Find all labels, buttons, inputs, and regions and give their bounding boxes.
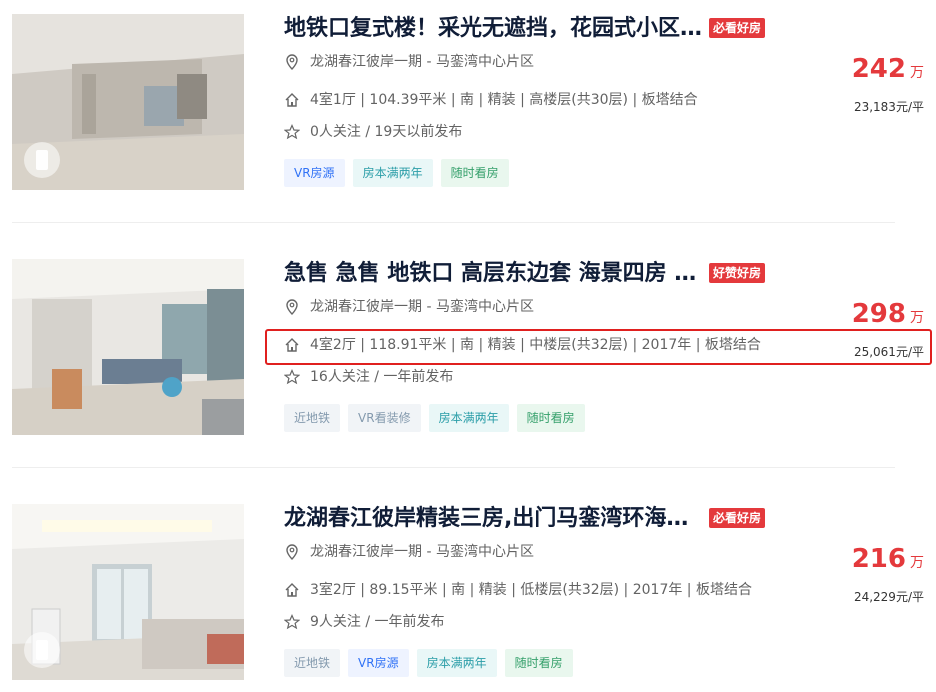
follow-info-text: 0人关注 / 19天以前发布 <box>310 124 463 140</box>
follow-info-row: 9人关注 / 一年前发布 <box>284 612 445 632</box>
price-unit: 万 <box>910 310 924 326</box>
listing-card[interactable]: 地铁口复式楼！采光无遮挡，花园式小区… 必看好房 龙湖春江彼岸一期 - 马銮湾中… <box>12 14 924 190</box>
listing-photo[interactable] <box>12 504 244 680</box>
location-row: 龙湖春江彼岸一期 - 马銮湾中心片区 <box>284 52 534 72</box>
tag-vr: VR房源 <box>348 649 409 677</box>
tag-vr: VR房源 <box>284 159 345 187</box>
follow-info-row: 16人关注 / 一年前发布 <box>284 367 453 387</box>
price-value: 298 <box>851 299 906 329</box>
tag-list: 近地铁 VR房源 房本满两年 随时看房 <box>284 649 573 677</box>
divider <box>12 467 895 468</box>
tag-metro: 近地铁 <box>284 649 341 677</box>
total-price: 242 万 <box>852 54 924 84</box>
price-unit: 万 <box>910 65 924 81</box>
house-info-row: 3室2厅 | 89.15平米 | 南 | 精装 | 低楼层(共32层) | 20… <box>284 580 752 600</box>
follow-info-row: 0人关注 / 19天以前发布 <box>284 122 462 142</box>
house-info-row: 4室1厅 | 104.39平米 | 南 | 精装 | 高楼层(共30层) | 板… <box>284 90 698 110</box>
star-icon[interactable] <box>284 124 300 140</box>
tag-two-years: 房本满两年 <box>428 404 509 432</box>
listing-title[interactable]: 地铁口复式楼！采光无遮挡，花园式小区… <box>284 14 702 44</box>
listing-title[interactable]: 急售 急售 地铁口 高层东边套 海景四房 … <box>284 259 696 289</box>
highlight-box <box>265 329 932 365</box>
tag-viewing: 随时看房 <box>504 649 573 677</box>
room-photo-image <box>12 259 244 435</box>
recommend-badge: 好赞好房 <box>709 263 766 283</box>
recommend-badge: 必看好房 <box>709 18 766 38</box>
tag-two-years: 房本满两年 <box>416 649 497 677</box>
house-info-text: 4室1厅 | 104.39平米 | 南 | 精装 | 高楼层(共30层) | 板… <box>310 92 698 108</box>
total-price: 298 万 <box>852 299 924 329</box>
follow-info-text: 16人关注 / 一年前发布 <box>310 369 454 385</box>
tag-metro: 近地铁 <box>284 404 341 432</box>
tag-vr-decoration: VR看装修 <box>348 404 421 432</box>
house-icon <box>284 92 300 108</box>
price-unit: 万 <box>910 555 924 571</box>
total-price: 216 万 <box>852 544 924 574</box>
vr-icon[interactable] <box>24 142 60 178</box>
listing-card[interactable]: 龙湖春江彼岸精装三房,出门马銮湾环海… 必看好房 龙湖春江彼岸一期 - 马銮湾中… <box>12 504 924 680</box>
location-link[interactable]: 龙湖春江彼岸一期 - 马銮湾中心片区 <box>310 297 534 317</box>
listing-photo[interactable] <box>12 259 244 435</box>
tag-list: 近地铁 VR看装修 房本满两年 随时看房 <box>284 404 585 432</box>
location-row: 龙湖春江彼岸一期 - 马銮湾中心片区 <box>284 542 534 562</box>
price-value: 242 <box>851 54 906 84</box>
house-icon <box>284 582 300 598</box>
location-link[interactable]: 龙湖春江彼岸一期 - 马銮湾中心片区 <box>310 52 534 72</box>
star-icon[interactable] <box>284 369 300 385</box>
map-pin-icon <box>284 54 300 70</box>
unit-price: 24,229元/平 <box>853 590 924 604</box>
listing-photo[interactable] <box>12 14 244 190</box>
map-pin-icon <box>284 544 300 560</box>
tag-two-years: 房本满两年 <box>352 159 433 187</box>
star-icon[interactable] <box>284 614 300 630</box>
tag-viewing: 随时看房 <box>440 159 509 187</box>
map-pin-icon <box>284 299 300 315</box>
tag-viewing: 随时看房 <box>516 404 585 432</box>
price-value: 216 <box>851 544 906 574</box>
unit-price: 23,183元/平 <box>853 100 924 114</box>
listing-title[interactable]: 龙湖春江彼岸精装三房,出门马銮湾环海… <box>284 504 688 534</box>
location-link[interactable]: 龙湖春江彼岸一期 - 马銮湾中心片区 <box>310 542 534 562</box>
divider <box>12 222 895 223</box>
location-row: 龙湖春江彼岸一期 - 马銮湾中心片区 <box>284 297 534 317</box>
follow-info-text: 9人关注 / 一年前发布 <box>310 614 445 630</box>
tag-list: VR房源 房本满两年 随时看房 <box>284 159 509 187</box>
house-info-text: 3室2厅 | 89.15平米 | 南 | 精装 | 低楼层(共32层) | 20… <box>310 582 752 598</box>
recommend-badge: 必看好房 <box>709 508 766 528</box>
vr-icon[interactable] <box>24 632 60 668</box>
